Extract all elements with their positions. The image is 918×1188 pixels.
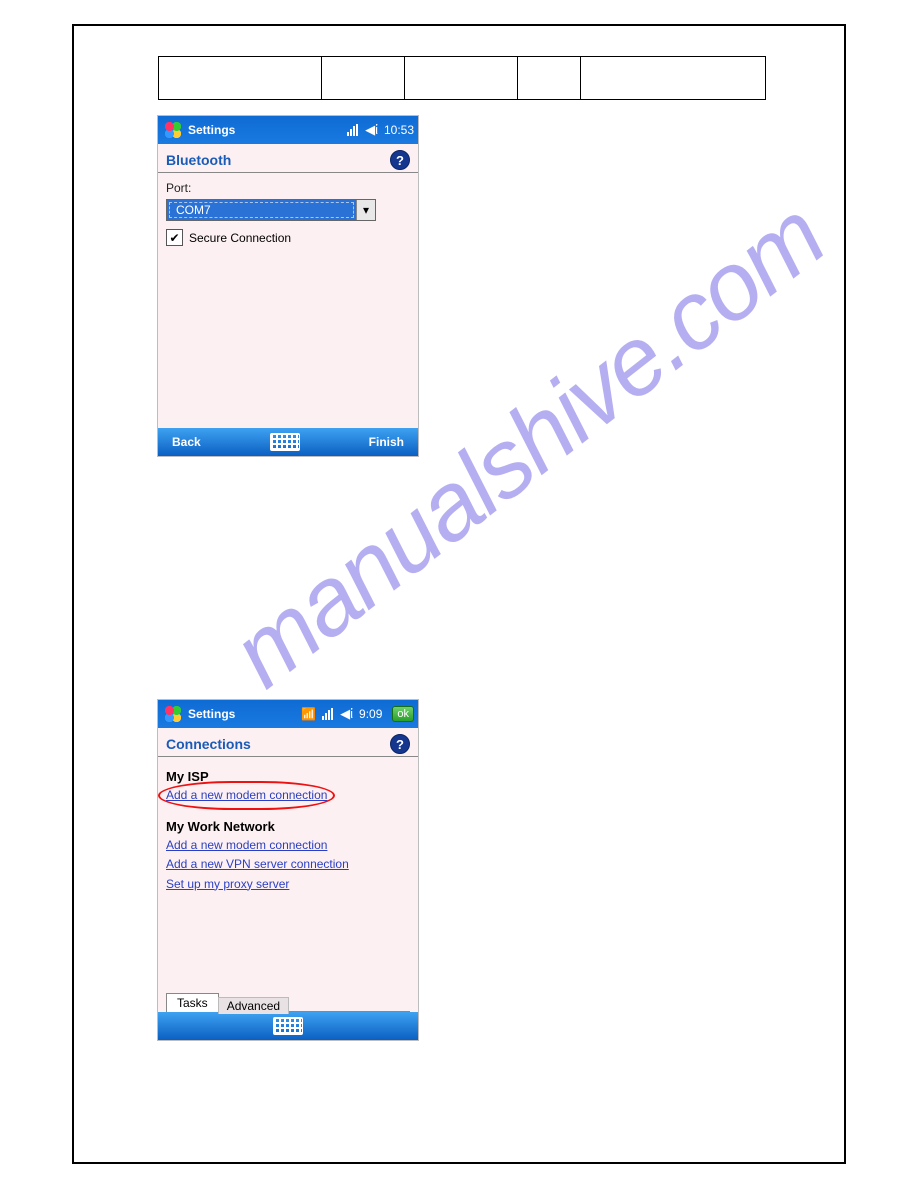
dropdown-arrow-icon[interactable]: ▾ [356, 200, 375, 220]
work-add-modem-link[interactable]: Add a new modem connection [166, 836, 327, 855]
keyboard-icon[interactable] [273, 1017, 303, 1035]
header-cell [518, 57, 581, 100]
work-proxy-link[interactable]: Set up my proxy server [166, 875, 289, 894]
signal-icon: 📶 [301, 707, 316, 721]
status-icons: ◀ἰ 10:53 [347, 122, 414, 138]
device-screenshot-connections: Settings 📶 ◀ἰ 9:09 ok Connections ? My I… [158, 700, 418, 1040]
titlebar-title: Settings [188, 123, 235, 137]
windows-flag-icon [164, 705, 182, 723]
keyboard-icon[interactable] [270, 433, 300, 451]
clock: 10:53 [384, 123, 414, 137]
port-dropdown[interactable]: COM7 ▾ [166, 199, 376, 221]
header-cell [159, 57, 322, 100]
isp-add-modem-link[interactable]: Add a new modem connection [166, 786, 327, 805]
header-table [158, 56, 766, 100]
status-icons: 📶 ◀ἰ 9:09 ok [301, 706, 414, 722]
tab-tasks[interactable]: Tasks [166, 993, 219, 1012]
titlebar-title: Settings [188, 707, 235, 721]
highlight-circle: Add a new modem connection [166, 786, 327, 805]
page-root: manualshive.com Settings ◀ἰ 10:53 Blueto… [0, 0, 918, 1188]
subtitle-row: Connections ? [158, 728, 418, 757]
port-label: Port: [166, 181, 410, 195]
connectivity-icon [322, 708, 334, 720]
back-button[interactable]: Back [172, 435, 201, 449]
screen-heading: Bluetooth [166, 152, 231, 168]
header-cell [322, 57, 405, 100]
help-icon[interactable]: ? [390, 734, 410, 754]
tab-advanced[interactable]: Advanced [218, 997, 289, 1014]
header-cell [581, 57, 766, 100]
secure-connection-checkbox[interactable]: ✔ [166, 229, 183, 246]
connectivity-icon [347, 124, 359, 136]
speaker-icon: ◀ἰ [340, 706, 353, 722]
bottom-bar: Back Finish [158, 428, 418, 456]
secure-connection-label: Secure Connection [189, 231, 291, 245]
work-add-vpn-link[interactable]: Add a new VPN server connection [166, 855, 349, 874]
speaker-icon: ◀ἰ [365, 122, 378, 138]
windows-flag-icon [164, 121, 182, 139]
tabs-row: Tasks Advanced [158, 986, 418, 1011]
bottom-bar [158, 1012, 418, 1040]
ok-button[interactable]: ok [392, 706, 414, 722]
device-screenshot-bluetooth: Settings ◀ἰ 10:53 Bluetooth ? Port: COM7… [158, 116, 418, 456]
my-isp-heading: My ISP [166, 769, 410, 784]
header-cell [405, 57, 518, 100]
port-value: COM7 [169, 202, 354, 218]
titlebar: Settings ◀ἰ 10:53 [158, 116, 418, 144]
screen-heading: Connections [166, 736, 251, 752]
subtitle-row: Bluetooth ? [158, 144, 418, 173]
clock: 9:09 [359, 707, 382, 721]
finish-button[interactable]: Finish [369, 435, 404, 449]
help-icon[interactable]: ? [390, 150, 410, 170]
titlebar: Settings 📶 ◀ἰ 9:09 ok [158, 700, 418, 728]
my-work-heading: My Work Network [166, 819, 410, 834]
